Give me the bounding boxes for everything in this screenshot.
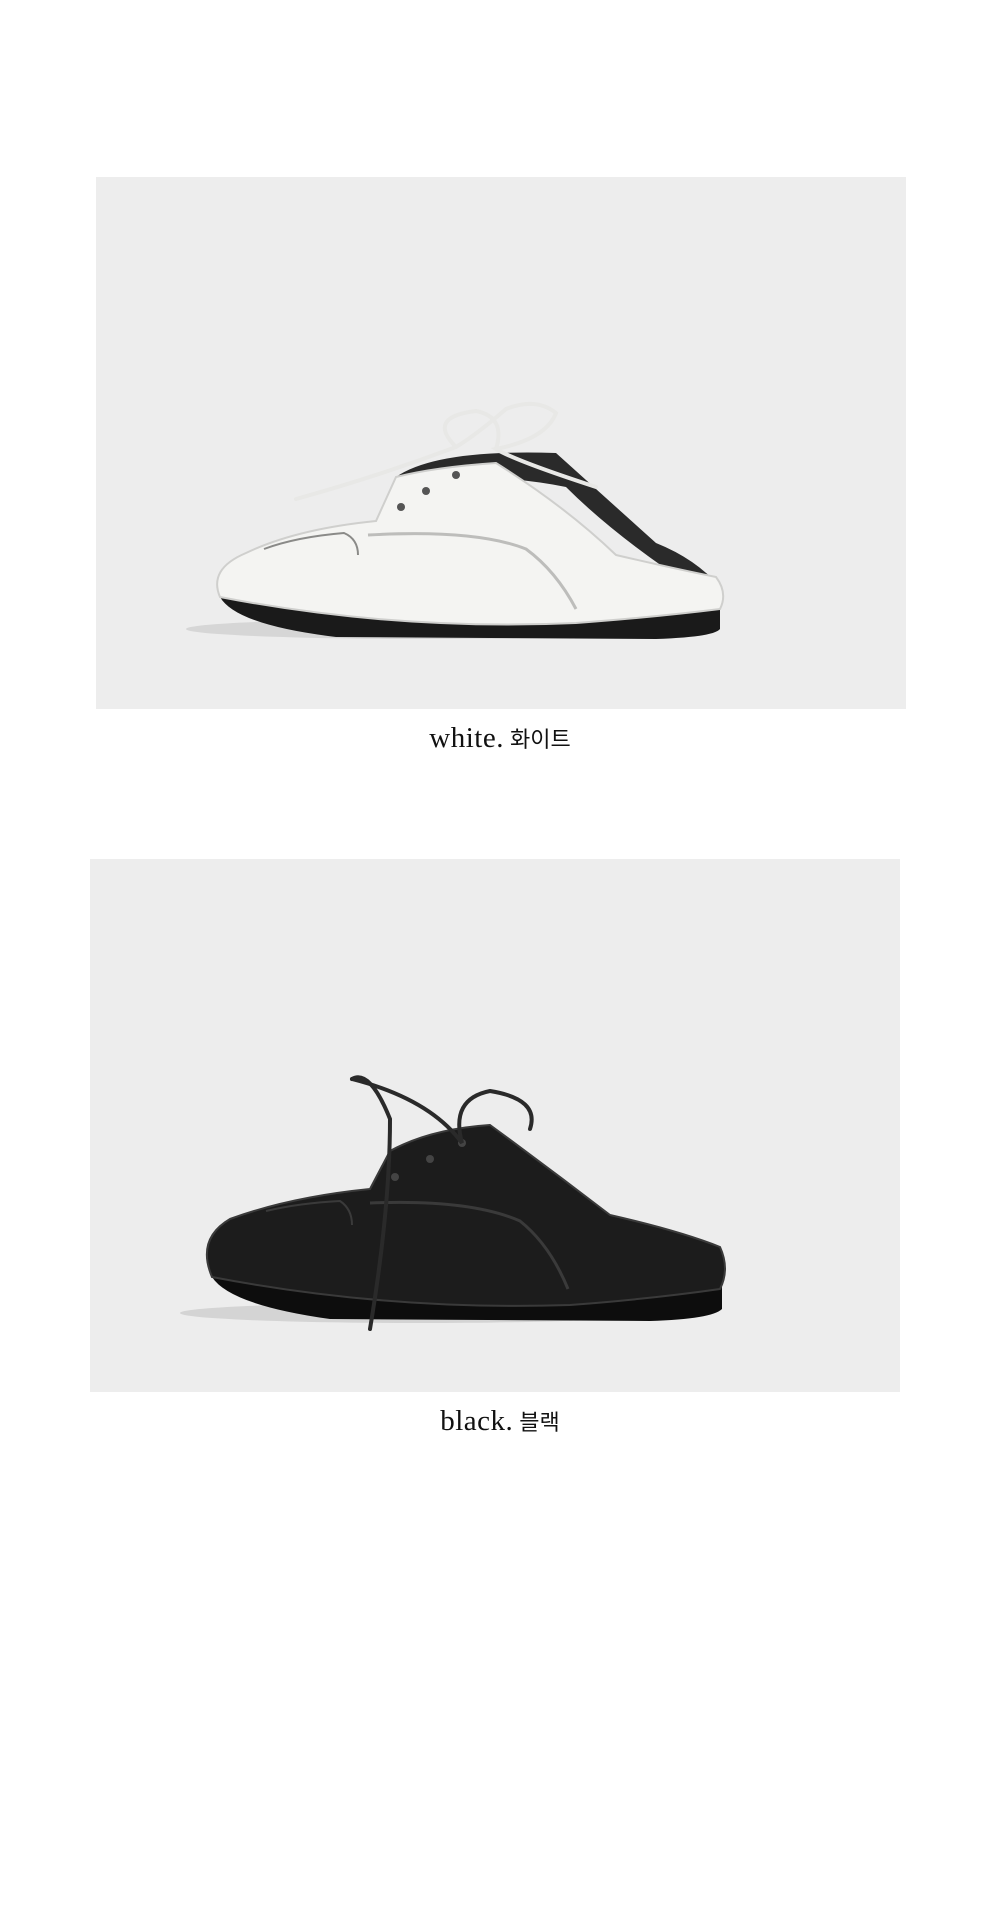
eyelet — [391, 1173, 399, 1181]
black-shoe-illustration — [180, 1075, 726, 1331]
color-name-en: black. — [440, 1405, 514, 1437]
caption-white: white. 화이트 — [0, 722, 1000, 755]
caption-black: black. 블랙 — [0, 1405, 1000, 1438]
product-photo-black — [90, 859, 900, 1392]
white-shoe-illustration — [186, 401, 725, 639]
shoe-upper — [205, 1123, 726, 1307]
color-name-ko: 화이트 — [509, 728, 571, 753]
eyelet — [426, 1155, 434, 1163]
product-photo-white — [96, 177, 906, 709]
shoe-lace-loop — [442, 408, 501, 450]
color-name-ko: 블랙 — [519, 1411, 560, 1436]
eyelet — [452, 471, 460, 479]
eyelet — [422, 487, 430, 495]
color-name-en: white. — [429, 722, 504, 754]
eyelet — [397, 503, 405, 511]
